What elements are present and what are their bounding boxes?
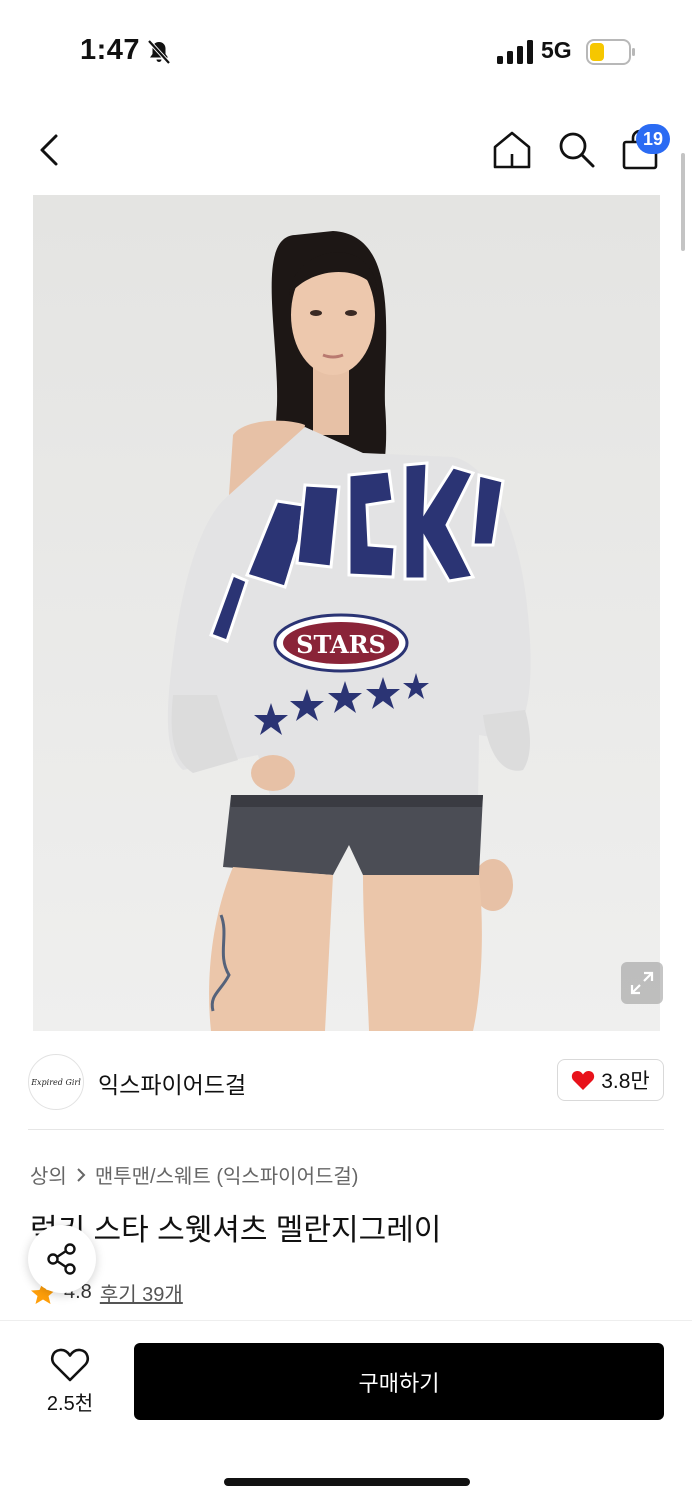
wishlist-count: 2.5천 (46, 1393, 94, 1415)
brand-row[interactable]: Expired Girl 익스파이어드걸 3.8만 (0, 1050, 692, 1130)
network-type: 5G (541, 37, 572, 63)
scroll-indicator (681, 153, 685, 251)
brand-logo[interactable]: Expired Girl (28, 1054, 84, 1110)
divider (28, 1129, 664, 1130)
status-bar: 1:47 5G (0, 0, 692, 100)
status-time: 1:47 (80, 34, 141, 66)
top-navigation (0, 110, 692, 190)
heart-filled-icon (572, 1070, 595, 1090)
home-indicator (224, 1478, 470, 1486)
model-illustration: STARS (33, 195, 660, 1031)
breadcrumb-category[interactable]: 상의 (30, 1160, 67, 1189)
breadcrumb: 상의 맨투맨/스웨트 (익스파이어드걸) (30, 1160, 358, 1189)
home-icon[interactable] (490, 128, 534, 172)
product-photo[interactable]: STARS (33, 195, 660, 1031)
heart-outline-icon[interactable] (50, 1347, 90, 1383)
brand-like-count: 3.8만 (601, 1070, 650, 1093)
chevron-right-icon (77, 1167, 86, 1182)
buy-button[interactable]: 구매하기 (134, 1343, 664, 1420)
brand-logo-text: Expired Girl (31, 1077, 81, 1087)
battery-icon (586, 39, 635, 65)
bottom-action-bar: 2.5천 구매하기 (0, 1320, 692, 1500)
share-icon (47, 1243, 76, 1275)
bell-slash-icon (147, 40, 171, 64)
brand-like-button[interactable]: 3.8만 (557, 1059, 664, 1101)
back-arrow-icon[interactable] (32, 130, 66, 170)
share-button[interactable] (28, 1225, 96, 1293)
reviews-link[interactable]: 후기 39개 (100, 1278, 183, 1307)
signal-icon (497, 40, 533, 64)
brand-name[interactable]: 익스파이어드걸 (98, 1066, 246, 1100)
fullscreen-button[interactable] (621, 962, 663, 1004)
shirt-print-text: STARS (296, 630, 386, 659)
breadcrumb-subcategory[interactable]: 맨투맨/스웨트 (익스파이어드걸) (95, 1160, 359, 1189)
cart-count-badge: 19 (636, 124, 670, 154)
search-icon[interactable] (555, 128, 597, 170)
expand-icon (630, 971, 654, 995)
